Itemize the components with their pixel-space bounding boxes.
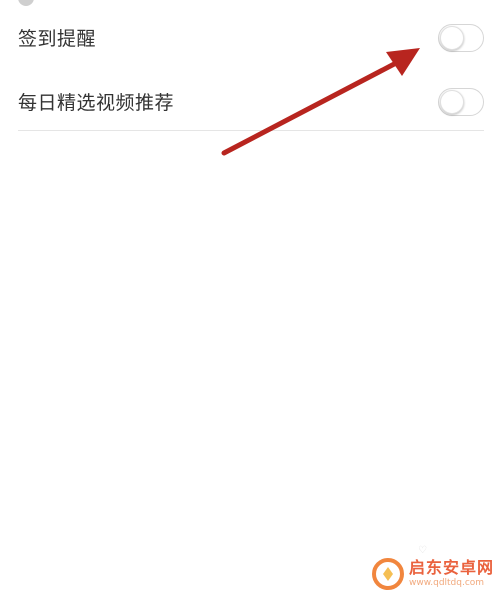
watermark-url: www.qdltdq.com <box>408 578 485 588</box>
toggle-knob <box>440 26 464 50</box>
setting-row-checkin-reminder: 签到提醒 <box>0 0 500 68</box>
watermark-title: 启东安卓网 <box>408 558 494 577</box>
setting-label-checkin-reminder: 签到提醒 <box>18 28 97 50</box>
watermark-logo-icon <box>371 558 404 590</box>
watermark-text: 启东安卓网 www.qdltdq.com <box>409 560 494 588</box>
settings-list: 签到提醒 每日精选视频推荐 <box>0 0 500 128</box>
toggle-knob <box>440 90 464 114</box>
daily-video-toggle[interactable] <box>438 88 484 116</box>
watermark: 启东安卓网 www.qdltdq.com <box>371 554 494 594</box>
setting-label-daily-video: 每日精选视频推荐 <box>18 92 175 114</box>
list-divider <box>18 130 484 131</box>
checkin-reminder-toggle[interactable] <box>438 24 484 52</box>
setting-row-daily-video: 每日精选视频推荐 <box>0 68 500 128</box>
settings-screen: 签到提醒 每日精选视频推荐 ♡ 启东安卓网 www.qdltdq.com <box>0 0 500 602</box>
